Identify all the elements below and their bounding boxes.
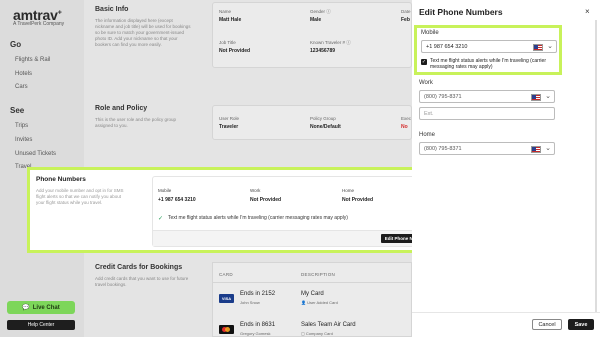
logo-tagline: A TravelPerk Company (13, 21, 65, 27)
exec-label: Exec (401, 116, 412, 121)
modal-title: Edit Phone Numbers (419, 7, 503, 17)
col-description-header: DESCRIPTION (301, 272, 336, 277)
ktn-value: 123456789 (310, 48, 336, 54)
card-ending: Ends in 8631 (240, 322, 276, 328)
user-role-value: Traveler (219, 124, 239, 130)
phone-card-footer: Edit Phone Numbers (153, 230, 437, 246)
phone-numbers-description: Add your mobile number and opt in for SM… (36, 188, 124, 205)
job-title-value: Not Provided (219, 48, 251, 54)
nav-hotels[interactable]: Hotels (15, 71, 32, 77)
sms-alert-text: Text me flight status alerts while I'm t… (168, 215, 348, 221)
mobile-value: +1 987 654 3210 (158, 197, 196, 203)
nav-trips[interactable]: Trips (15, 123, 28, 129)
see-heading: See (10, 106, 25, 115)
phone-numbers-section: Phone Numbers Add your mobile number and… (27, 167, 447, 253)
work-label: Work (250, 188, 261, 193)
go-heading: Go (10, 40, 22, 49)
basic-info-description: The information displayed here (except n… (95, 18, 191, 47)
mobile-phone-input[interactable]: +1 987 654 3210 ⌄ (421, 40, 557, 53)
work-ext-input[interactable]: Ext. (419, 107, 555, 120)
sms-alert-checkbox[interactable]: ✓ (421, 59, 427, 65)
credit-cards-heading: Credit Cards for Bookings (95, 264, 183, 271)
work-phone-input[interactable]: (800) 795-8371 ⌄ (419, 90, 555, 103)
chevron-down-icon[interactable]: ⌄ (545, 144, 551, 152)
us-flag-icon (533, 44, 543, 51)
card-holder: John Snow (240, 300, 260, 305)
visa-icon: VISA (219, 294, 234, 303)
basic-info-heading: Basic Info (95, 6, 129, 13)
nav-unused-tickets[interactable]: Unused Tickets (15, 151, 56, 157)
phone-numbers-heading: Phone Numbers (36, 176, 86, 183)
work-value: Not Provided (250, 197, 282, 203)
modal-home-label: Home (419, 132, 436, 138)
work-phone-placeholder: (800) 795-8371 (424, 94, 462, 100)
ext-placeholder: Ext. (424, 111, 434, 117)
mobile-label: Mobile (158, 188, 172, 193)
cancel-button[interactable]: Cancel (532, 319, 562, 330)
card-ending: Ends in 2152 (240, 291, 276, 297)
mastercard-icon (219, 325, 234, 334)
us-flag-icon (531, 94, 541, 101)
modal-footer: Cancel Save (412, 312, 600, 337)
chat-icon: 💬 (22, 305, 30, 311)
chevron-down-icon[interactable]: ⌄ (545, 92, 551, 100)
role-card: User Role Traveler Policy Group None/Def… (212, 105, 412, 140)
date-label: Date (401, 9, 411, 14)
role-heading: Role and Policy (95, 105, 148, 112)
ktn-label: Known Traveler # ⓘ (310, 40, 351, 45)
name-label: Name (219, 9, 232, 14)
card-type: 👤 User Added Card (301, 300, 338, 305)
home-phone-placeholder: (800) 795-8371 (424, 146, 462, 152)
col-card-header: CARD (219, 272, 233, 277)
nav-flights-rail[interactable]: Flights & Rail (15, 57, 50, 63)
save-button[interactable]: Save (568, 319, 594, 330)
help-center-button[interactable]: Help Center (7, 320, 75, 330)
mobile-highlight: Mobile +1 987 654 3210 ⌄ ✓ Text me fligh… (414, 25, 562, 75)
user-icon: 👤 (301, 300, 306, 305)
credit-cards-description: Add credit cards that you want to use fo… (95, 276, 189, 287)
modal-mobile-label: Mobile (421, 30, 439, 36)
job-title-label: Job Title (219, 40, 236, 45)
phone-numbers-card: Mobile +1 987 654 3210 Work Not Provided… (152, 176, 438, 247)
credit-cards-table: CARD DESCRIPTION VISA Ends in 2152 John … (212, 262, 412, 337)
nav-invites[interactable]: Invites (15, 137, 32, 143)
policy-group-label: Policy Group (310, 116, 336, 121)
us-flag-icon (531, 146, 541, 153)
live-chat-button[interactable]: 💬 Live Chat (7, 301, 75, 314)
exec-value: No (401, 124, 408, 130)
user-role-label: User Role (219, 116, 240, 121)
building-icon: ▢ (301, 331, 305, 336)
modal-scrollbar[interactable] (595, 20, 597, 320)
role-description: This is the user role and the policy gro… (95, 117, 177, 128)
live-chat-label: Live Chat (32, 304, 60, 311)
home-phone-input[interactable]: (800) 795-8371 ⌄ (419, 142, 555, 155)
policy-group-value: None/Default (310, 124, 341, 130)
home-value: Not Provided (342, 197, 374, 203)
modal-work-label: Work (419, 80, 433, 86)
card-holder: Gregory Gomesk (240, 331, 271, 336)
mobile-phone-value: +1 987 654 3210 (426, 44, 468, 50)
gender-label: Gender ⓘ (310, 9, 331, 14)
nav-cars[interactable]: Cars (15, 84, 28, 90)
card-description: Sales Team Air Card (301, 322, 356, 328)
info-icon[interactable]: ⓘ (326, 9, 331, 14)
gender-value: Male (310, 17, 322, 23)
date-value: Feb (401, 17, 410, 23)
close-icon[interactable]: × (585, 7, 590, 16)
basic-info-card: Name Matt Hale Gender ⓘ Male Date Feb Jo… (212, 2, 412, 68)
home-label: Home (342, 188, 355, 193)
info-icon[interactable]: ⓘ (346, 40, 351, 45)
card-type: ▢ Company Card (301, 331, 333, 336)
sms-alert-checkbox-label: Text me flight status alerts while I'm t… (430, 58, 546, 70)
checkmark-icon: ✓ (158, 216, 164, 222)
divider (213, 282, 411, 283)
name-value: Matt Hale (219, 17, 242, 23)
card-description: My Card (301, 291, 324, 297)
chevron-down-icon[interactable]: ⌄ (547, 42, 553, 50)
